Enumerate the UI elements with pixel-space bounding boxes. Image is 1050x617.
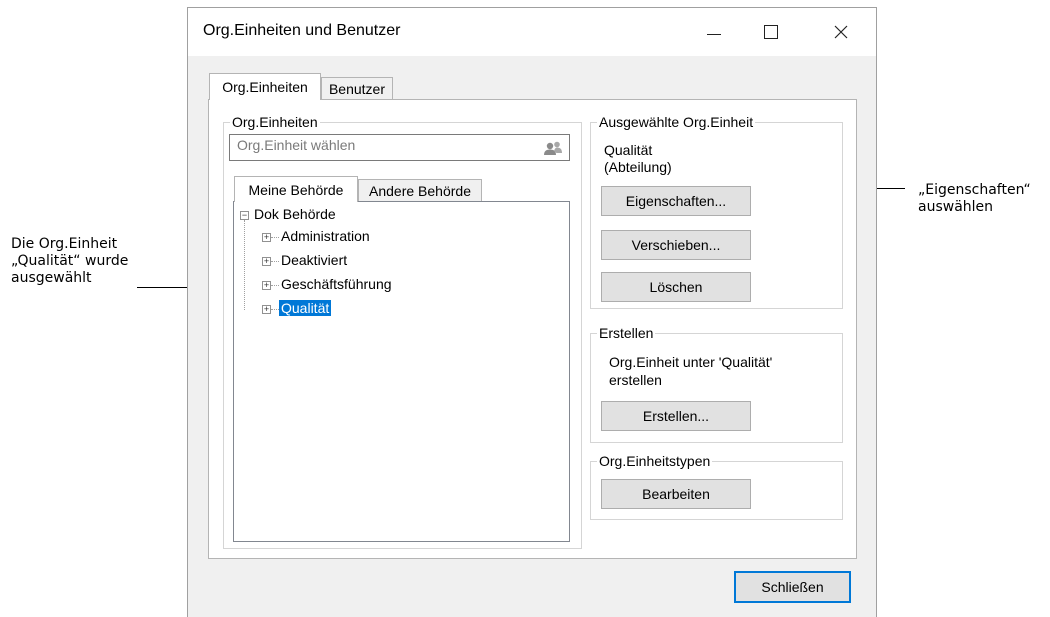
annotation-right-line1: „Eigenschaften“ (918, 182, 1031, 198)
tree-item-administration[interactable]: Administration (281, 228, 370, 244)
create-text-line1: Org.Einheit unter 'Qualität' (609, 354, 773, 370)
org-units-group: Org.Einheiten Org.Einheit wählen Meine B… (223, 114, 582, 549)
tab-org-einheiten[interactable]: Org.Einheiten (209, 73, 321, 100)
selected-org-unit-name: Qualität (604, 142, 653, 158)
tree-connector (244, 220, 245, 310)
annotation-right: „Eigenschaften“ auswählen (918, 182, 1031, 216)
tab-org-einheiten-label: Org.Einheiten (222, 79, 308, 95)
tab-benutzer[interactable]: Benutzer (321, 77, 393, 100)
maximize-button[interactable] (748, 8, 794, 56)
create-button[interactable]: Erstellen... (601, 401, 751, 431)
create-text-line2: erstellen (609, 372, 662, 388)
tree-root-dok-behoerde[interactable]: Dok Behörde (254, 206, 336, 222)
delete-button[interactable]: Löschen (601, 272, 751, 302)
tab-meine-behoerde[interactable]: Meine Behörde (234, 176, 358, 202)
tree-expand-toggle[interactable]: + (262, 281, 271, 290)
org-unit-tree[interactable]: − Dok Behörde + Administration + Deaktiv… (233, 201, 570, 542)
create-group-label: Erstellen (597, 325, 656, 341)
selected-org-unit-group-label: Ausgewählte Org.Einheit (597, 114, 756, 130)
selected-org-unit-group: Ausgewählte Org.Einheit Qualität (Abteil… (590, 114, 843, 309)
move-button[interactable]: Verschieben... (601, 230, 751, 260)
annotation-left-line1: Die Org.Einheit (11, 236, 118, 252)
org-unit-types-group: Org.Einheitstypen Bearbeiten (590, 453, 843, 520)
tab-panel: Org.Einheiten Org.Einheit wählen Meine B… (208, 99, 857, 559)
org-unit-search-input[interactable]: Org.Einheit wählen (229, 134, 570, 161)
tab-andere-behoerde-label: Andere Behörde (369, 183, 471, 199)
minimize-button[interactable] (691, 8, 737, 56)
tree-connector (271, 237, 279, 238)
tree-connector (271, 285, 279, 286)
close-icon (834, 25, 848, 39)
tree-expand-toggle[interactable]: + (262, 233, 271, 242)
selected-org-unit-type: (Abteilung) (604, 159, 672, 175)
create-group: Erstellen Org.Einheit unter 'Qualität' e… (590, 325, 843, 443)
minimize-icon (707, 33, 721, 35)
org-unit-search-placeholder: Org.Einheit wählen (237, 137, 356, 153)
org-units-group-label: Org.Einheiten (230, 114, 320, 130)
tree-connector (271, 261, 279, 262)
tree-item-geschaeftsfuehrung[interactable]: Geschäftsführung (281, 276, 392, 292)
tab-andere-behoerde[interactable]: Andere Behörde (358, 179, 482, 202)
users-icon[interactable] (543, 140, 563, 156)
tab-benutzer-label: Benutzer (328, 81, 386, 97)
close-button[interactable] (818, 8, 864, 56)
tree-expand-toggle[interactable]: + (262, 305, 271, 314)
maximize-icon (764, 25, 778, 39)
tree-item-deaktiviert[interactable]: Deaktiviert (281, 252, 347, 268)
tree-collapse-toggle[interactable]: − (240, 211, 249, 220)
close-dialog-button[interactable]: Schließen (734, 571, 851, 603)
tree-item-qualitaet[interactable]: Qualität (279, 300, 332, 316)
tab-meine-behoerde-label: Meine Behörde (248, 181, 344, 198)
annotation-right-line2: auswählen (918, 199, 994, 215)
tree-connector (271, 309, 279, 310)
annotation-left: Die Org.Einheit „Qualität“ wurde ausgewä… (11, 236, 128, 287)
annotation-left-line2: „Qualität“ wurde (11, 253, 129, 269)
edit-types-button[interactable]: Bearbeiten (601, 479, 751, 509)
title-bar: Org.Einheiten und Benutzer (188, 8, 876, 56)
annotation-left-line3: ausgewählt (11, 270, 92, 286)
dialog-window: Org.Einheiten und Benutzer Org.Einheiten… (187, 7, 877, 617)
properties-button[interactable]: Eigenschaften... (601, 186, 751, 216)
window-title: Org.Einheiten und Benutzer (203, 22, 401, 39)
org-unit-types-group-label: Org.Einheitstypen (597, 453, 713, 469)
tree-expand-toggle[interactable]: + (262, 257, 271, 266)
